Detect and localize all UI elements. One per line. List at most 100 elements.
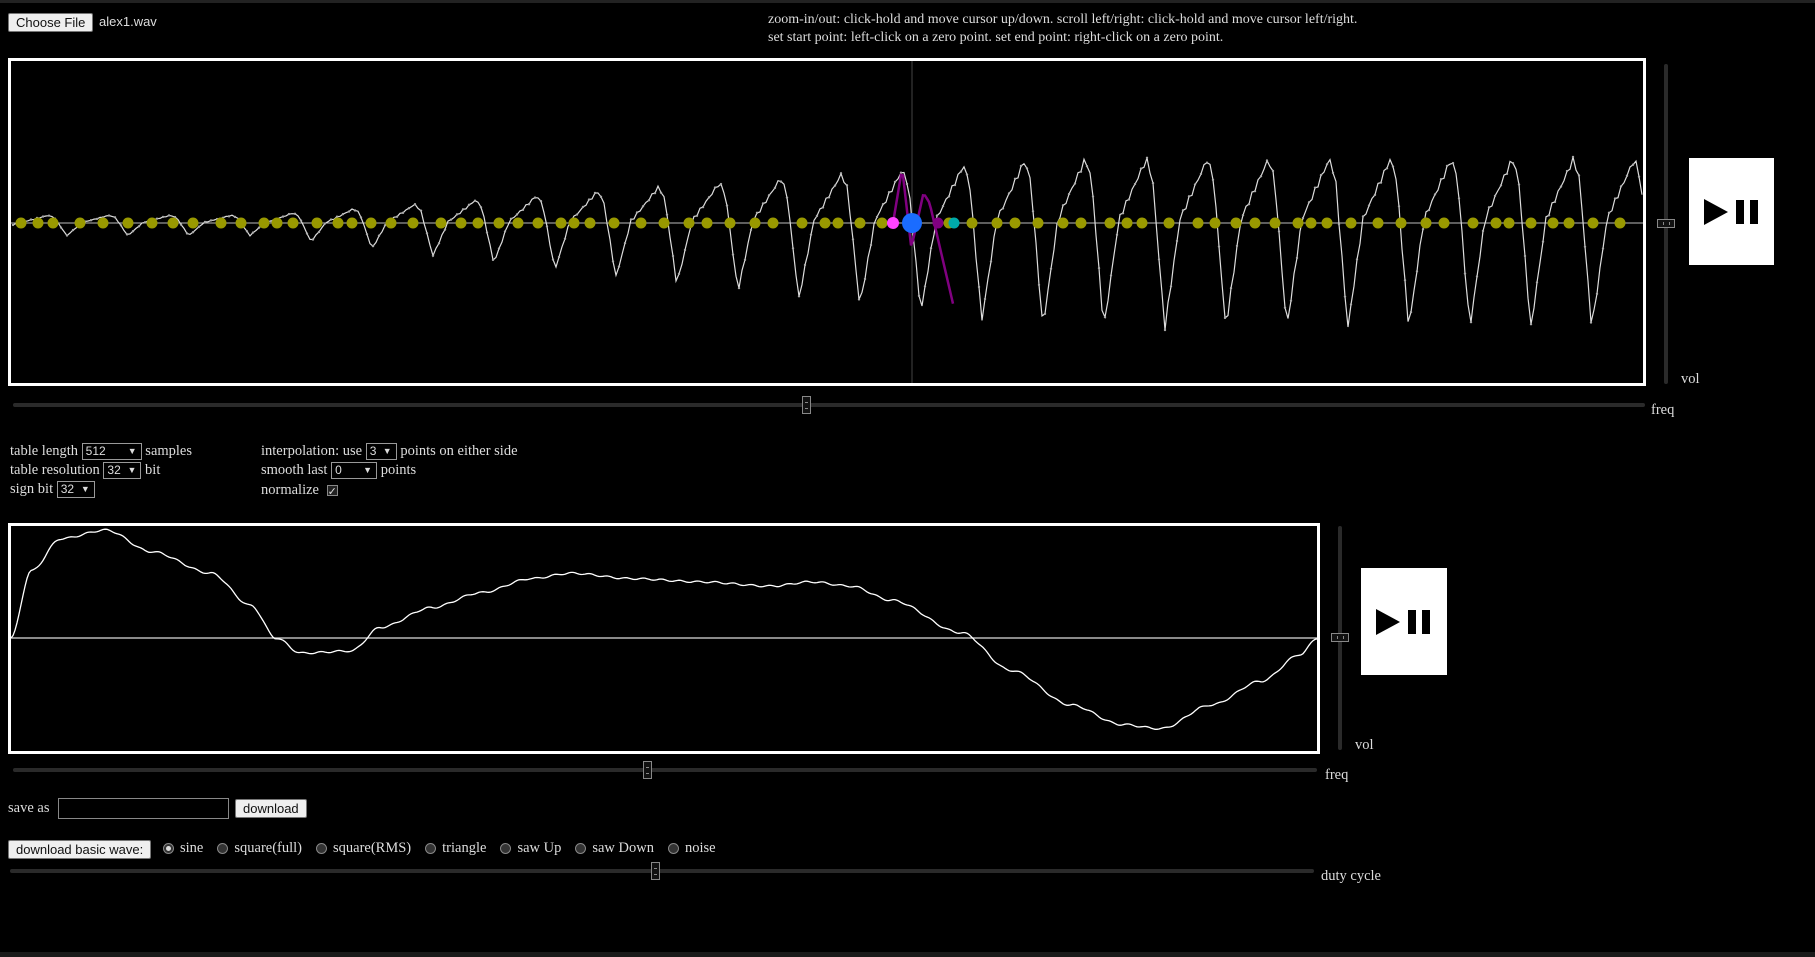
duty-cycle-slider-thumb[interactable]: [651, 862, 660, 880]
sample-dot: [113, 216, 117, 219]
bottom-freq-slider[interactable]: [13, 768, 1317, 772]
zero-point-marker: [1467, 217, 1479, 229]
top-freq-slider[interactable]: [13, 403, 1645, 407]
sample-dot: [1205, 161, 1209, 164]
sample-dot: [95, 217, 99, 221]
sign-bit-select[interactable]: 32 ▼: [56, 481, 95, 499]
radio-button[interactable]: [217, 843, 229, 855]
sample-dot: [317, 230, 321, 234]
duty-cycle-slider[interactable]: [10, 869, 1314, 873]
sample-waveform-canvas[interactable]: [11, 61, 1643, 383]
sample-dot: [401, 211, 405, 215]
bottom-vol-slider-thumb[interactable]: [1331, 633, 1349, 642]
normalize-label: normalize: [261, 482, 319, 498]
radio-button[interactable]: [667, 843, 679, 855]
sample-dot: [1133, 182, 1137, 186]
top-play-pause-button[interactable]: [1689, 158, 1774, 265]
wave-option-square-full[interactable]: square(full): [217, 840, 302, 856]
sample-dot: [1343, 295, 1347, 298]
zero-point-marker: [532, 217, 544, 229]
sample-dot: [1127, 198, 1131, 201]
zero-point-marker: [1269, 217, 1281, 229]
sample-dot: [1091, 195, 1095, 198]
sample-dot: [851, 238, 855, 241]
sample-dot: [977, 285, 981, 289]
sample-dot: [125, 233, 129, 236]
end-point-marker: [948, 217, 960, 229]
save-as-input[interactable]: [58, 798, 229, 819]
download-basic-wave-button[interactable]: download basic wave:: [8, 840, 152, 859]
wave-option-triangle[interactable]: triangle: [425, 840, 486, 856]
sample-waveform-view[interactable]: [8, 58, 1646, 386]
zero-point-marker: [1547, 217, 1559, 229]
sample-dot: [407, 207, 411, 210]
radio-button[interactable]: [575, 843, 587, 855]
interpolation-row: interpolation: use 3 ▼ points on either s…: [261, 442, 518, 461]
sample-dot: [1277, 230, 1281, 233]
zero-point-marker: [555, 217, 567, 229]
sample-dot: [1331, 171, 1335, 175]
radio-button[interactable]: [316, 843, 327, 855]
sample-dot: [485, 231, 489, 234]
table-resolution-row: table resolution 32 ▼ bit: [10, 461, 160, 480]
sample-dot: [1259, 174, 1263, 178]
sample-dot: [185, 232, 189, 235]
top-freq-slider-thumb[interactable]: [802, 396, 811, 414]
sample-dot: [341, 212, 345, 216]
sample-dot: [143, 221, 147, 224]
wave-option-noise[interactable]: noise: [667, 840, 716, 856]
sample-dot: [1391, 165, 1395, 168]
wave-option-saw-up[interactable]: saw Up: [500, 840, 561, 856]
sample-dot: [479, 206, 483, 209]
download-button[interactable]: download: [235, 799, 307, 818]
sample-dot: [1265, 159, 1269, 162]
zero-point-marker: [854, 217, 866, 229]
selected-cycle-line: [891, 173, 955, 304]
sample-dot: [551, 258, 555, 261]
radio-button[interactable]: [163, 843, 174, 855]
table-length-select[interactable]: 512 ▼: [81, 443, 142, 461]
sample-dot: [1043, 312, 1047, 316]
interpolation-label: interpolation: use: [261, 443, 363, 459]
smooth-suffix: points: [380, 462, 417, 478]
wave-option-square-rms[interactable]: square(RMS): [316, 840, 411, 856]
sample-dot: [815, 214, 819, 218]
page-top-edge: [0, 0, 1815, 3]
top-vol-slider-thumb[interactable]: [1657, 219, 1675, 228]
sample-dot: [1289, 299, 1293, 303]
interpolation-select[interactable]: 3 ▼: [365, 443, 397, 461]
bottom-freq-slider-thumb[interactable]: [643, 761, 652, 779]
instructions-line-1: zoom-in/out: click-hold and move cursor …: [768, 12, 1358, 27]
sample-dot: [377, 234, 381, 237]
sample-dot: [437, 242, 441, 245]
sample-dot: [515, 213, 519, 216]
zero-point-marker: [832, 217, 844, 229]
bottom-play-pause-button[interactable]: [1361, 568, 1447, 675]
sample-dot: [707, 196, 711, 199]
sample-dot: [131, 230, 135, 233]
zero-point-marker: [1230, 217, 1242, 229]
sample-dot: [359, 216, 363, 219]
sample-dot: [1583, 245, 1587, 248]
wave-option-sine[interactable]: sine: [163, 840, 203, 856]
sample-dot: [557, 255, 561, 259]
smooth-select[interactable]: 0 ▼: [331, 462, 378, 480]
sample-dot: [1193, 183, 1197, 186]
sample-dot: [197, 225, 201, 228]
bottom-vol-label: vol: [1355, 737, 1374, 753]
table-resolution-select[interactable]: 32 ▼: [103, 462, 142, 480]
wave-option-saw-down[interactable]: saw Down: [575, 840, 654, 856]
normalize-checkbox[interactable]: [326, 482, 338, 501]
sample-dot: [1121, 211, 1125, 215]
radio-button[interactable]: [500, 843, 512, 855]
zero-point-marker: [346, 217, 358, 229]
selected-filename: alex1.wav: [99, 14, 157, 29]
zero-point-marker: [74, 217, 86, 229]
choose-file-button[interactable]: Choose File: [8, 13, 94, 32]
sample-dot: [701, 205, 705, 209]
sample-dot: [395, 215, 399, 218]
sample-dot: [365, 233, 369, 236]
sample-dot: [683, 248, 687, 252]
radio-button[interactable]: [425, 843, 437, 855]
sample-dot: [1025, 167, 1029, 170]
